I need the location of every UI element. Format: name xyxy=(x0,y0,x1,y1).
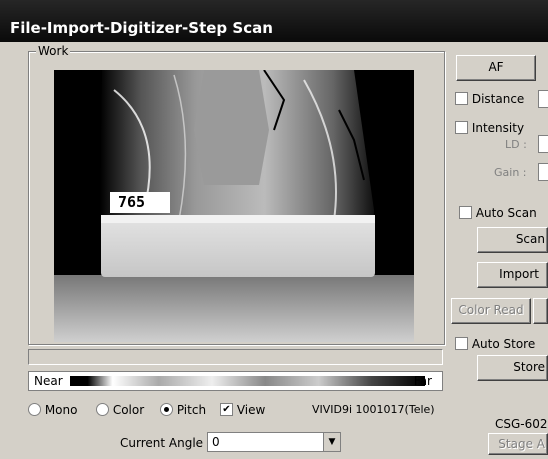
window-title: File-Import-Digitizer-Step Scan xyxy=(10,19,273,37)
pitch-radio[interactable]: Pitch xyxy=(160,403,206,417)
horizontal-scrollbar[interactable] xyxy=(28,349,443,365)
gain-label: Gain : xyxy=(494,166,527,179)
store-button[interactable]: Store xyxy=(477,355,548,381)
scan-button[interactable]: Scan xyxy=(477,227,548,253)
ld-input[interactable] xyxy=(538,135,548,153)
color-label: Color xyxy=(112,403,145,417)
chevron-down-icon[interactable]: ▼ xyxy=(323,433,340,451)
depth-scale-bar: Near Far xyxy=(28,371,443,391)
pitch-label: Pitch xyxy=(176,403,207,417)
distance-input[interactable] xyxy=(538,90,548,108)
stage-button[interactable]: Stage A xyxy=(488,433,548,455)
work-group-label: Work xyxy=(36,44,71,58)
scanner-info: VIVID9i 1001017(Tele) xyxy=(312,403,435,416)
depth-map-graphic xyxy=(54,70,414,342)
current-angle-label: Current Angle xyxy=(120,436,204,450)
stage-model-label: CSG-602 xyxy=(495,417,548,431)
auto-store-check-icon xyxy=(455,337,468,350)
current-angle-select[interactable]: 0 ▼ xyxy=(207,432,341,452)
auto-scan-label: Auto Scan xyxy=(475,206,537,220)
view-check-icon: ✔ xyxy=(220,403,233,416)
mono-radio[interactable]: Mono xyxy=(28,403,77,417)
view-checkbox[interactable]: ✔ View xyxy=(220,403,265,417)
intensity-check-icon xyxy=(455,121,468,134)
current-angle-value: 0 xyxy=(212,435,220,449)
pitch-radio-dot xyxy=(160,403,173,416)
depth-gradient xyxy=(70,376,425,386)
intensity-checkbox[interactable]: Intensity xyxy=(455,121,524,135)
import-button[interactable]: Import xyxy=(477,262,548,288)
color-radio[interactable]: Color xyxy=(96,403,144,417)
auto-store-label: Auto Store xyxy=(471,337,536,351)
color-read-button[interactable]: Color Read xyxy=(451,298,531,324)
scan-preview-image[interactable] xyxy=(54,70,414,342)
gain-input[interactable] xyxy=(538,163,548,181)
mono-label: Mono xyxy=(44,403,78,417)
near-label: Near xyxy=(34,374,63,388)
far-label: Far xyxy=(413,374,432,388)
auto-scan-checkbox[interactable]: Auto Scan xyxy=(459,206,537,220)
view-label: View xyxy=(236,403,266,417)
color-read-extra-button[interactable] xyxy=(533,298,548,324)
depth-readout: 765 xyxy=(110,192,170,213)
ld-label: LD : xyxy=(505,138,527,151)
intensity-label: Intensity xyxy=(471,121,525,135)
distance-checkbox[interactable]: Distance xyxy=(455,92,524,106)
mono-radio-dot xyxy=(28,403,41,416)
distance-label: Distance xyxy=(471,92,525,106)
distance-check-icon xyxy=(455,92,468,105)
auto-store-checkbox[interactable]: Auto Store xyxy=(455,337,535,351)
color-radio-dot xyxy=(96,403,109,416)
auto-scan-check-icon xyxy=(459,206,472,219)
af-button[interactable]: AF xyxy=(456,55,536,81)
title-bar: File-Import-Digitizer-Step Scan xyxy=(0,0,548,42)
